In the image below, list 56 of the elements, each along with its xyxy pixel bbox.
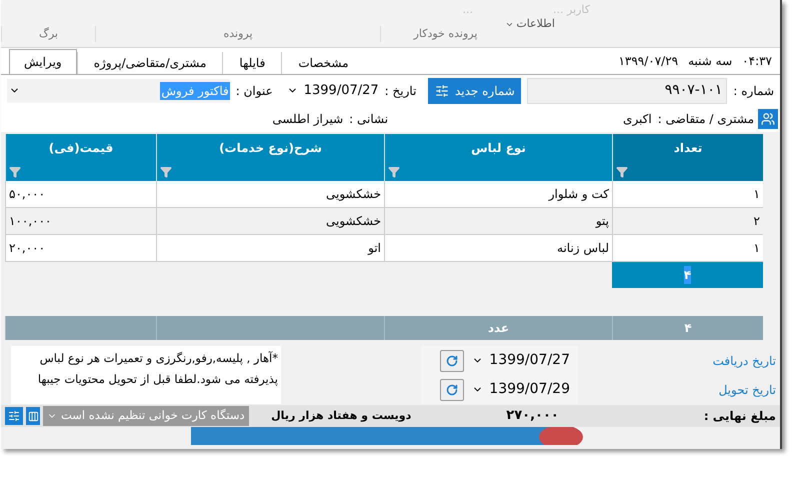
filter-icon[interactable] xyxy=(388,166,400,178)
date-picker[interactable]: 1399/07/27 xyxy=(286,80,379,100)
reset-button[interactable] xyxy=(440,378,464,400)
refresh-icon xyxy=(446,384,458,396)
table-cell: ۱ xyxy=(612,235,763,261)
column-header[interactable]: نوع لباس xyxy=(384,134,612,181)
table-cell: لباس زنانه xyxy=(384,235,612,261)
table-cell: اتو xyxy=(156,235,384,261)
table-cell: ۱ xyxy=(612,181,763,207)
customer-name: اکبری xyxy=(623,111,652,128)
filter-icon[interactable] xyxy=(160,166,172,178)
date-picker[interactable]: 1399/07/29 xyxy=(472,379,570,400)
date-label: تاریخ دریافت xyxy=(712,352,776,370)
total-amount: ۲۷۰,۰۰۰ xyxy=(506,407,559,426)
reset-button[interactable] xyxy=(440,350,464,372)
date-label: تاریخ تحویل xyxy=(718,382,776,398)
clock-time: ۰۴:۳۷ xyxy=(742,53,772,70)
weekday: سه شنبه xyxy=(688,53,732,70)
ribbon-group-label: پرونده خودکار xyxy=(414,26,478,40)
table-cell: ۱۰۰,۰۰۰ xyxy=(5,208,156,234)
refresh-icon xyxy=(446,354,458,366)
columns-icon[interactable] xyxy=(26,407,40,425)
column-header[interactable]: تعداد xyxy=(612,134,763,181)
table-cell: ۲۰,۰۰۰ xyxy=(5,235,156,261)
amount-in-words: دویست و هفتاد هزار ریال xyxy=(271,408,412,424)
date-label: تاریخ : xyxy=(384,82,416,100)
number-label: شماره : xyxy=(733,82,774,100)
total-label: مبلغ نهایی : xyxy=(704,408,776,425)
new-number-button[interactable]: شماره جدید xyxy=(428,78,522,104)
address: شیراز اطلسی xyxy=(272,111,344,128)
users-icon[interactable] xyxy=(758,109,778,129)
info-menu[interactable]: اطلاعات xyxy=(505,16,555,32)
title-label: عنوان : xyxy=(236,82,273,100)
column-header[interactable]: شرح(نوع خدمات) xyxy=(156,134,384,181)
footer-value: عدد xyxy=(488,321,510,335)
table-cell: پتو xyxy=(384,208,612,234)
table-cell: خشکشویی xyxy=(156,181,384,207)
table-cell: ۵۰,۰۰۰ xyxy=(5,181,156,207)
tab[interactable]: ویرایش xyxy=(9,49,77,74)
ribbon-group-label: برگ xyxy=(39,26,58,40)
note-box[interactable]: *آهار , پلیسه,رفو,رنگرزی و تعمیرات هر نوع لباس پذیرفته می شود.لطفا قبل از تحویل محتویات جیبها xyxy=(11,346,281,404)
ribbon-label: ... xyxy=(462,2,473,18)
customer-label: مشتری / متقاضی : xyxy=(658,111,754,128)
clock-date: ۱۳۹۹/۰۷/۲۹ xyxy=(618,53,678,70)
number-field[interactable]: ۹۹۰۷-۱۰۱ xyxy=(527,78,728,104)
column-header[interactable]: قیمت(فی) xyxy=(5,134,156,181)
address-label: نشانی : xyxy=(349,111,388,128)
table-cell: ۲ xyxy=(612,208,763,234)
table-cell: خشکشویی xyxy=(156,208,384,234)
table-cell: کت و شلوار xyxy=(384,181,612,207)
footer-value: ۴ xyxy=(684,321,692,335)
filter-icon[interactable] xyxy=(616,166,628,178)
ribbon-group-label: پرونده xyxy=(223,26,253,40)
date-picker[interactable]: 1399/07/27 xyxy=(472,350,570,371)
settings-icon[interactable] xyxy=(5,407,23,425)
filter-icon[interactable] xyxy=(9,166,21,178)
